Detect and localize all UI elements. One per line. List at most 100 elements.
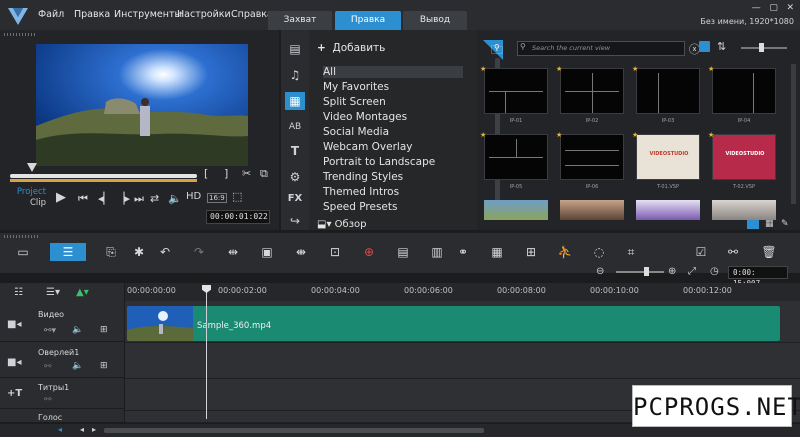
fit-icon[interactable]: ⇹ <box>224 243 242 261</box>
mode-project[interactable]: Project <box>6 187 46 197</box>
template-thumb[interactable]: VIDEOSTUDIO <box>712 134 776 180</box>
aspect-ratio[interactable]: 16:9 <box>207 193 227 203</box>
audio-icon[interactable]: ♫ <box>285 66 305 84</box>
snapshot-icon[interactable]: ⧉ <box>260 167 268 181</box>
lane-video[interactable]: Sample_360.mp4 <box>125 301 800 343</box>
panel-grip[interactable] <box>4 33 36 36</box>
menu-tools[interactable]: Инструменты <box>114 9 182 20</box>
path-icon[interactable]: ↪ <box>285 212 305 230</box>
template-thumb[interactable] <box>484 200 548 220</box>
fx-icon[interactable]: FX <box>285 190 305 208</box>
lasso-icon[interactable]: ◌ <box>590 243 608 261</box>
zoom-in-icon[interactable]: ⊕ <box>668 266 676 277</box>
video-clip[interactable]: Sample_360.mp4 <box>127 306 780 341</box>
scrub-handle[interactable] <box>27 163 37 172</box>
zoom-out-icon[interactable]: ⊖ <box>596 266 604 277</box>
add-button[interactable]: + Добавить <box>317 42 385 54</box>
search-input[interactable]: Search the current view <box>517 41 685 56</box>
link-icon[interactable]: ⚯ <box>44 395 52 405</box>
storyboard-view-icon[interactable]: ▭ <box>14 243 32 261</box>
category-trending-styles[interactable]: Trending Styles <box>323 171 403 183</box>
go-end-icon[interactable]: ⏭ <box>134 192 144 206</box>
trim-bar[interactable] <box>10 179 197 182</box>
category-all[interactable]: All <box>323 66 463 78</box>
title-icon[interactable]: T <box>285 142 305 160</box>
menu-help[interactable]: Справка <box>231 9 273 20</box>
mute-icon[interactable]: 🔈 <box>72 325 83 335</box>
template-thumb[interactable] <box>560 200 624 220</box>
scroll-next-icon[interactable]: ▸ <box>92 425 96 434</box>
trash-icon[interactable]: 🗑 <box>760 243 778 261</box>
template-thumb[interactable] <box>636 200 700 220</box>
category-favorites[interactable]: My Favorites <box>323 81 389 93</box>
track-options-icon[interactable]: ⊞ <box>100 325 108 335</box>
lane-overlay[interactable] <box>125 343 800 379</box>
expand-icon[interactable]: ⬚ <box>232 190 242 203</box>
category-video-montages[interactable]: Video Montages <box>323 111 407 123</box>
template-thumb[interactable] <box>712 200 776 220</box>
hd-toggle[interactable]: HD <box>186 191 201 202</box>
chapter-icon[interactable]: ☰▾ <box>46 287 60 298</box>
effects-icon[interactable]: ✱ <box>130 243 148 261</box>
scroll-left-icon[interactable]: ◂ <box>58 425 62 434</box>
mark-in-icon[interactable]: [ <box>204 167 208 180</box>
template-thumb[interactable] <box>712 68 776 114</box>
thumb-size-handle[interactable] <box>759 43 764 52</box>
media-icon[interactable]: ▤ <box>285 40 305 58</box>
category-themed-intros[interactable]: Themed Intros <box>323 186 399 198</box>
motion-icon[interactable]: ⛹ <box>556 243 574 261</box>
mute-icon[interactable]: 🔈 <box>72 361 83 371</box>
multicam-icon[interactable]: ▥ <box>428 243 446 261</box>
zoom-slider[interactable] <box>616 271 664 273</box>
mode-clip[interactable]: Clip <box>6 198 46 208</box>
list-view-icon[interactable] <box>699 41 710 52</box>
edit-icon[interactable]: ✎ <box>781 219 789 229</box>
link-icon[interactable]: ⚯ <box>44 362 52 372</box>
repeat-icon[interactable]: ⇄ <box>150 192 159 205</box>
go-start-icon[interactable]: ⏮ <box>78 192 88 206</box>
mix-icon[interactable]: ⚯ <box>724 243 742 261</box>
graphics-icon[interactable]: ⚙ <box>285 168 305 186</box>
browse-button[interactable]: ⬓▾ Обзор <box>317 219 366 230</box>
track-motion-icon[interactable]: ⊡ <box>326 243 344 261</box>
scroll-thumb[interactable] <box>104 428 484 433</box>
template-thumb[interactable] <box>636 68 700 114</box>
record-icon[interactable]: ⊕ <box>360 243 378 261</box>
minimize-icon[interactable]: — <box>752 3 761 13</box>
category-split-screen[interactable]: Split Screen <box>323 96 386 108</box>
folder-icon[interactable]: 🗀 <box>491 41 503 62</box>
category-social-media[interactable]: Social Media <box>323 126 389 138</box>
split-screen-icon[interactable]: ⊞ <box>522 243 540 261</box>
thumb-size-slider[interactable] <box>741 47 787 49</box>
menu-settings[interactable]: Настройки <box>177 9 231 20</box>
timeline-ruler[interactable]: 00:00:00:00 00:00:02:00 00:00:04:00 00:0… <box>125 283 800 301</box>
category-portrait-to-landscape[interactable]: Portrait to Landscape <box>323 156 435 168</box>
undo-icon[interactable]: ↶ <box>156 243 174 261</box>
paste-icon[interactable]: ⎘ <box>102 243 120 261</box>
play-icon[interactable]: ▶ <box>56 190 66 205</box>
mask-icon[interactable]: ⚭ <box>454 243 472 261</box>
close-icon[interactable]: ✕ <box>786 3 794 13</box>
view-options-icon[interactable]: ▦ <box>765 219 774 229</box>
track-manager-icon[interactable]: ☷ <box>14 287 23 298</box>
tab-capture[interactable]: Захват <box>268 11 332 30</box>
scrub-bar[interactable] <box>10 174 197 178</box>
template-thumb[interactable] <box>484 134 548 180</box>
track-options-icon[interactable]: ⊞ <box>100 361 108 371</box>
zoom-handle[interactable] <box>644 267 649 276</box>
transitions-icon[interactable]: AB <box>285 118 305 136</box>
tab-share[interactable]: Вывод <box>403 11 467 30</box>
sort-icon[interactable]: ⇅ <box>717 40 726 53</box>
tab-edit[interactable]: Правка <box>335 11 401 30</box>
template-thumb[interactable] <box>560 68 624 114</box>
template-thumb[interactable]: VIDEOSTUDIO <box>636 134 700 180</box>
template-thumb[interactable] <box>484 68 548 114</box>
add-track-icon[interactable]: ▲▾ <box>76 287 89 298</box>
scissors-icon[interactable]: ✂ <box>242 167 251 180</box>
templates-icon[interactable]: ▦ <box>285 92 305 110</box>
fit-timeline-icon[interactable]: ⤢ <box>688 266 696 277</box>
scroll-prev-icon[interactable]: ◂ <box>80 425 84 434</box>
timeline-timecode[interactable]: 0:00: 15:007 <box>728 266 788 288</box>
library-scrollbar[interactable] <box>791 64 796 204</box>
subtitles-icon[interactable]: ▤ <box>394 243 412 261</box>
